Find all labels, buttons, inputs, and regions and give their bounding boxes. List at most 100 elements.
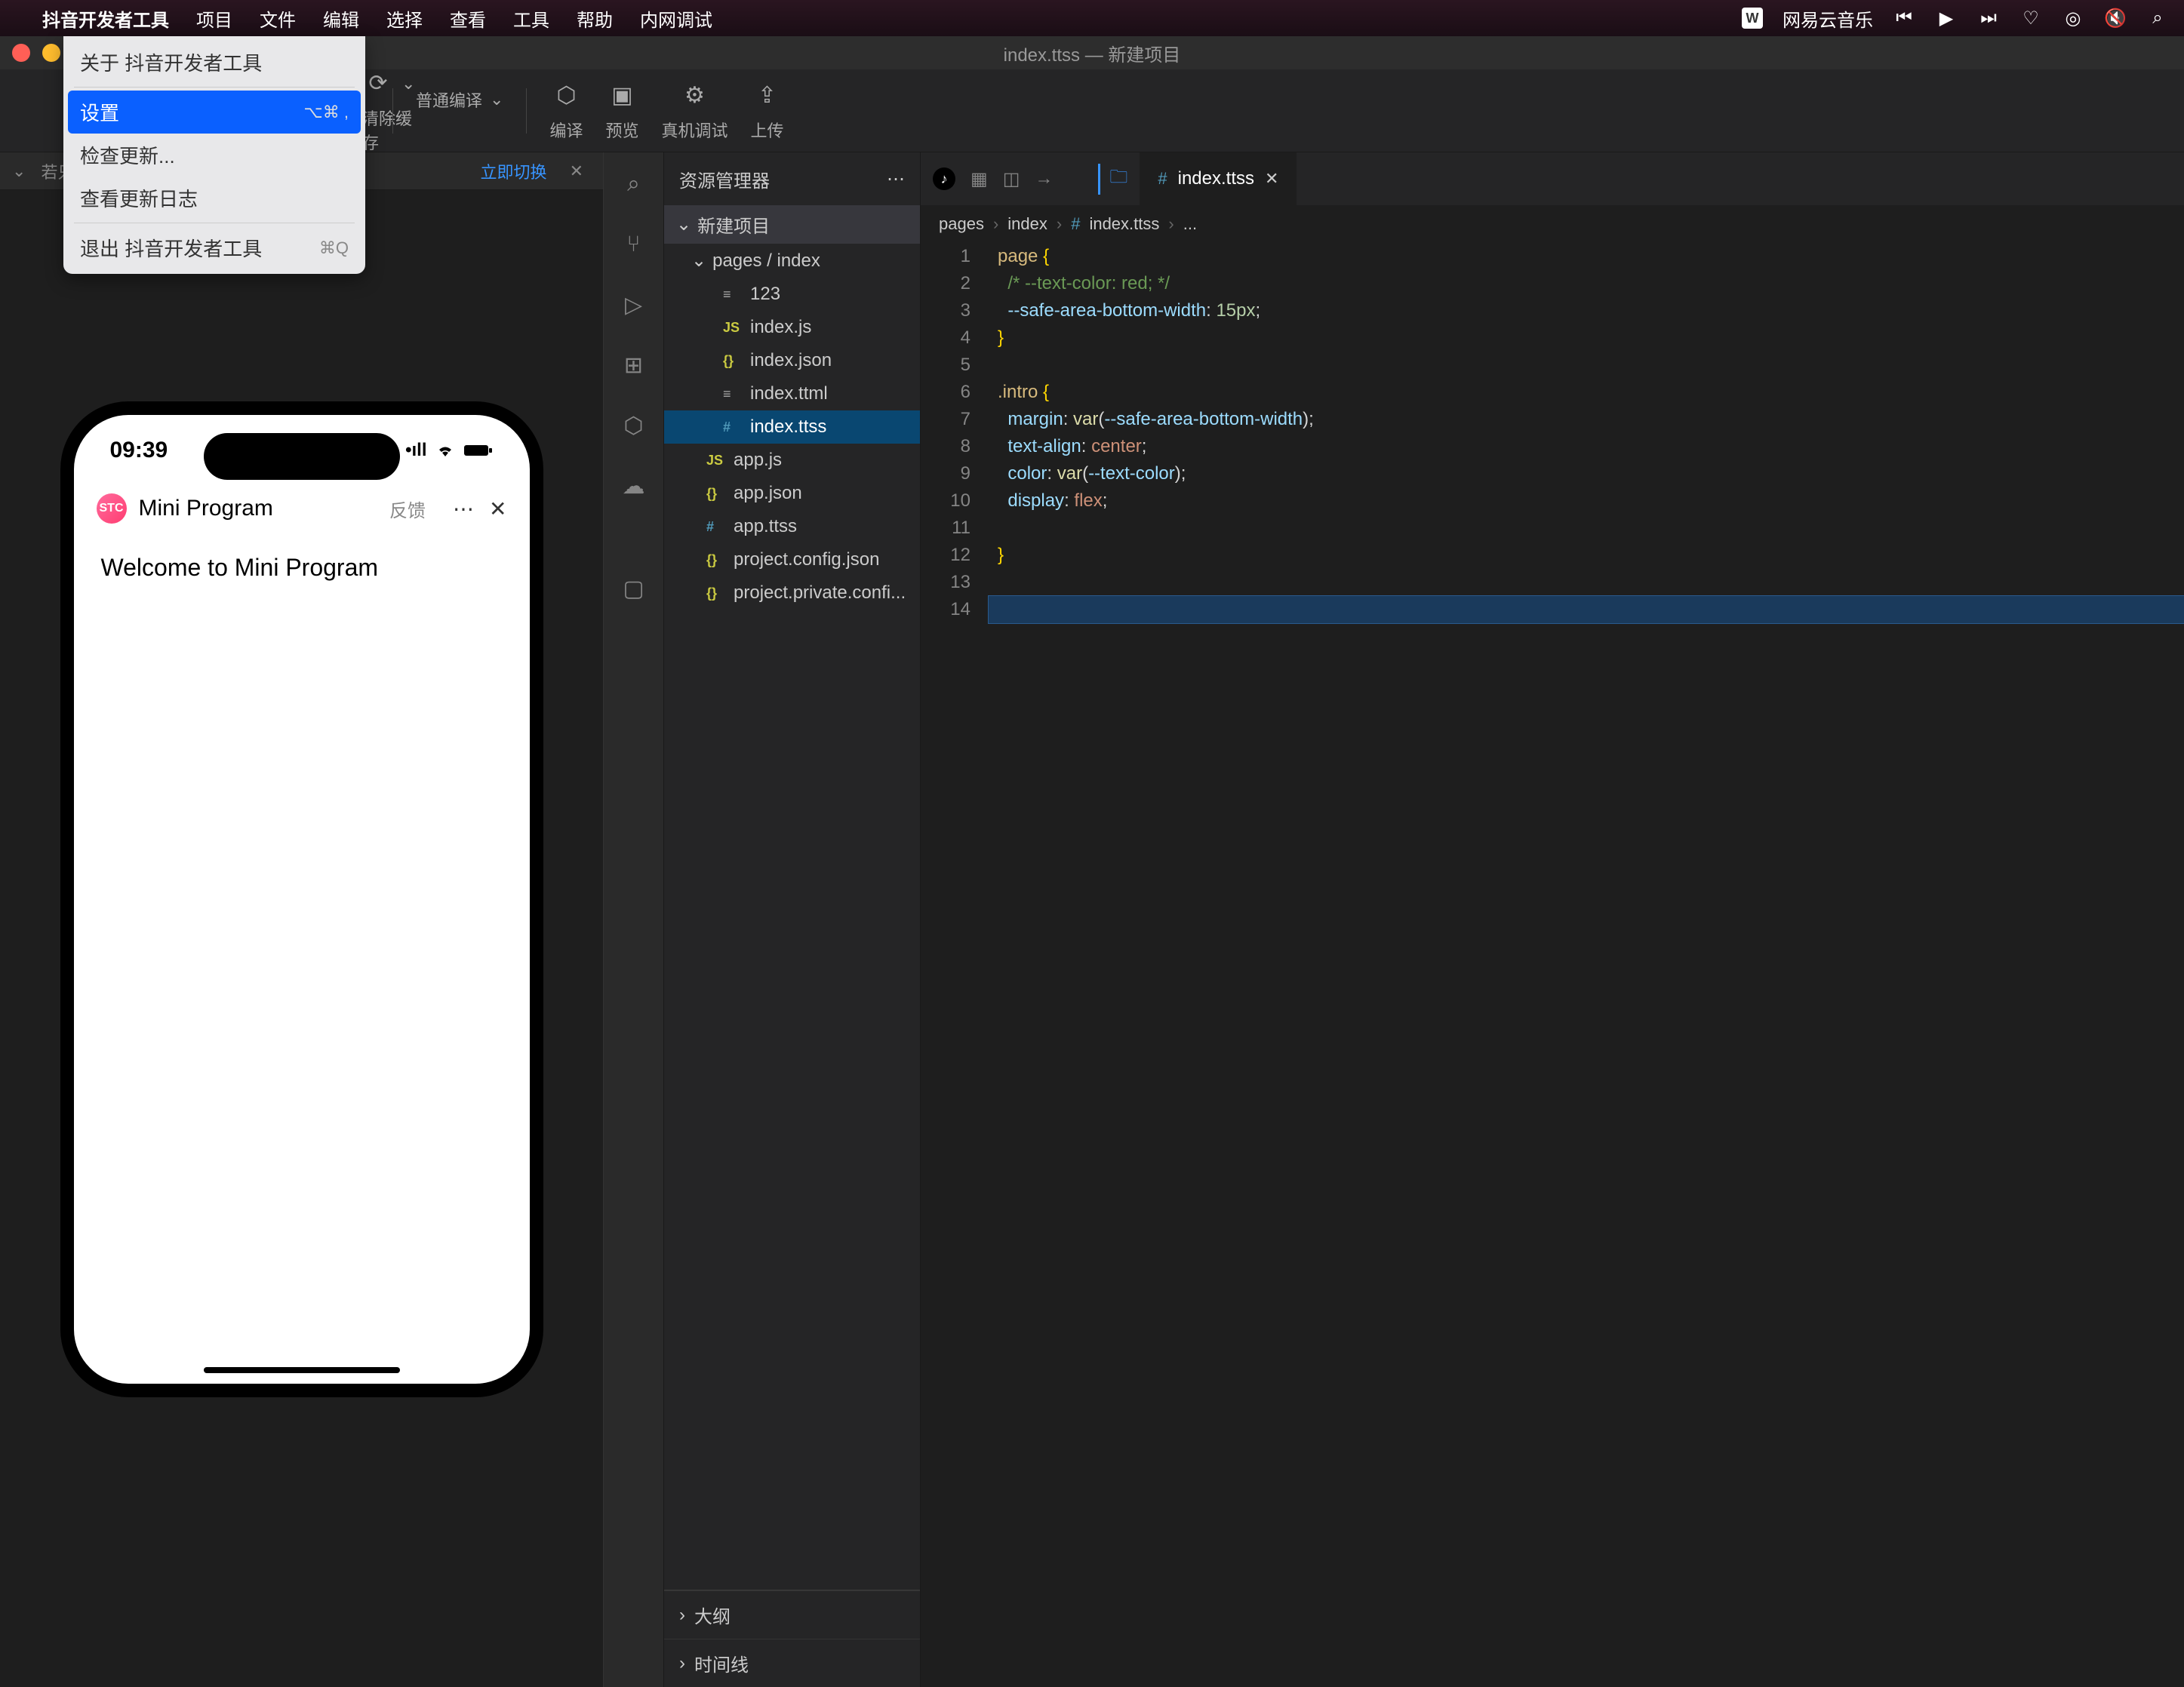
file-item[interactable]: #app.ttss <box>664 510 920 543</box>
chevron-right-icon: › <box>993 214 998 234</box>
file-type-icon: {} <box>706 486 726 502</box>
code-editor[interactable]: 1234567891011121314 page { /* --text-col… <box>921 243 2184 1687</box>
prev-track-icon[interactable]: ⏮ <box>1893 7 1915 29</box>
editor-tab-bar: ♪ ▦ ◫ → 🗀 # index.ttss ✕ <box>921 152 2184 205</box>
timeline-section[interactable]: › 时间线 <box>664 1639 920 1687</box>
chevron-down-icon[interactable]: ⌄ <box>12 161 26 181</box>
file-item[interactable]: #index.ttss <box>664 410 920 444</box>
file-item[interactable]: {}project.config.json <box>664 543 920 576</box>
menu-about[interactable]: 关于 抖音开发者工具 <box>68 41 361 84</box>
eye-icon: ▣ <box>606 80 638 112</box>
file-name: index.ttss <box>750 416 826 438</box>
outline-label: 大纲 <box>694 1602 731 1628</box>
crumb-index[interactable]: index <box>1007 214 1047 234</box>
root-folder[interactable]: ⌄ 新建项目 <box>664 205 920 244</box>
netease-music-label[interactable]: 网易云音乐 <box>1783 5 1873 32</box>
timeline-label: 时间线 <box>694 1650 749 1676</box>
search-icon[interactable]: ⌕ <box>617 167 651 201</box>
code-content[interactable]: page { /* --text-color: red; */ --safe-a… <box>989 243 2184 1687</box>
menu-settings[interactable]: 设置 ⌥⌘ , <box>68 91 361 134</box>
target-icon[interactable]: ◎ <box>2062 7 2084 29</box>
compile-button[interactable]: ⬡ 编译 <box>549 80 583 142</box>
preview-button[interactable]: ▣ 预览 <box>605 80 638 142</box>
menu-project[interactable]: 项目 <box>196 5 232 32</box>
menu-file[interactable]: 文件 <box>260 5 296 32</box>
package-icon[interactable]: ⬡ <box>617 409 651 442</box>
clear-cache-button[interactable]: ⟳ ⌄ 清除缓存 <box>362 68 415 154</box>
menu-app-name[interactable]: 抖音开发者工具 <box>42 5 169 32</box>
file-item[interactable]: {}index.json <box>664 344 920 377</box>
menu-check-update[interactable]: 检查更新... <box>68 134 361 177</box>
cloud-icon[interactable]: ☁ <box>617 469 651 502</box>
crumb-pages[interactable]: pages <box>939 214 984 234</box>
menu-view-log[interactable]: 查看更新日志 <box>68 177 361 220</box>
ttss-file-icon: # <box>1158 169 1167 189</box>
crumb-more[interactable]: ... <box>1183 214 1197 234</box>
menu-view[interactable]: 查看 <box>450 5 486 32</box>
welcome-text: Welcome to Mini Program <box>101 554 379 581</box>
pages-folder[interactable]: ⌄ pages / index <box>664 244 920 278</box>
file-tree: ⌄ 新建项目 ⌄ pages / index ≡123JSindex.js{}i… <box>664 205 920 1590</box>
compile-mode-dropdown[interactable]: 普通编译 ⌄ <box>416 88 503 134</box>
iphone-status-icons: •ıll <box>405 438 493 463</box>
heart-icon[interactable]: ♡ <box>2019 7 2042 29</box>
play-icon[interactable]: ▶ <box>1935 7 1958 29</box>
device-debug-button[interactable]: ⚙ 真机调试 <box>661 80 727 142</box>
source-control-icon[interactable]: ⑂ <box>617 228 651 261</box>
chevron-right-icon: › <box>679 1605 685 1626</box>
menu-quit[interactable]: 退出 抖音开发者工具 ⌘Q <box>68 226 361 269</box>
extensions-icon[interactable]: ⊞ <box>617 349 651 382</box>
volume-mute-icon[interactable]: 🔇 <box>2104 7 2127 29</box>
menu-quit-label: 退出 抖音开发者工具 <box>80 234 262 262</box>
divider <box>392 88 393 134</box>
terminal-icon[interactable]: ▢ <box>617 572 651 605</box>
close-hint-button[interactable]: ✕ <box>562 158 591 184</box>
file-item[interactable]: JSapp.js <box>664 444 920 477</box>
upload-icon: ⇪ <box>752 80 783 112</box>
search-icon[interactable]: ⌕ <box>2146 7 2169 29</box>
breadcrumb[interactable]: pages › index › # index.ttss › ... <box>921 205 2184 243</box>
file-item[interactable]: ≡123 <box>664 278 920 311</box>
menu-help[interactable]: 帮助 <box>577 5 613 32</box>
folder-icon[interactable]: 🗀 <box>1098 164 1127 195</box>
outline-section[interactable]: › 大纲 <box>664 1590 920 1639</box>
wolfram-icon[interactable]: W <box>1742 8 1763 29</box>
menu-select[interactable]: 选择 <box>386 5 423 32</box>
upload-button[interactable]: ⇪ 上传 <box>751 80 784 142</box>
file-item[interactable]: {}project.private.confi... <box>664 576 920 610</box>
debug-icon[interactable]: ▷ <box>617 288 651 321</box>
file-item[interactable]: ≡index.ttml <box>664 377 920 410</box>
simulator-toggle-link[interactable]: 立即切换 <box>481 159 547 183</box>
menu-check-update-label: 检查更新... <box>80 141 175 169</box>
menu-tools[interactable]: 工具 <box>513 5 549 32</box>
more-icon[interactable]: ⋯ <box>453 496 474 521</box>
split-icon[interactable]: ◫ <box>1003 168 1020 190</box>
close-tab-icon[interactable]: ✕ <box>1265 169 1278 189</box>
app-title: Mini Program <box>139 496 378 521</box>
minimize-window-button[interactable] <box>42 44 60 62</box>
chevron-right-icon: › <box>1168 214 1174 234</box>
file-name: index.json <box>750 350 832 371</box>
divider <box>526 88 527 134</box>
home-indicator <box>204 1367 400 1373</box>
menu-internal-debug[interactable]: 内网调试 <box>640 5 712 32</box>
file-item[interactable]: {}app.json <box>664 477 920 510</box>
iphone-time: 09:39 <box>110 438 168 463</box>
file-name: app.js <box>734 450 782 471</box>
crumb-file[interactable]: index.ttss <box>1089 214 1159 234</box>
grid-icon[interactable]: ▦ <box>970 168 988 190</box>
close-app-icon[interactable]: ✕ <box>489 496 506 521</box>
iphone-screen: 09:39 •ıll STC Mini Program 反馈 <box>74 415 530 1384</box>
clear-cache-label: 清除缓存 <box>362 106 415 154</box>
next-track-icon[interactable]: ⏭ <box>1977 7 2000 29</box>
pages-folder-name: pages / index <box>712 250 820 272</box>
cube-icon: ⬡ <box>550 80 582 112</box>
more-icon[interactable]: ⋯ <box>887 168 905 190</box>
file-item[interactable]: JSindex.js <box>664 311 920 344</box>
douyin-icon[interactable]: ♪ <box>933 167 955 190</box>
feedback-button[interactable]: 反馈 <box>389 496 426 522</box>
editor-tab-index-ttss[interactable]: # index.ttss ✕ <box>1140 152 1297 205</box>
arrow-right-icon[interactable]: → <box>1035 168 1053 189</box>
close-window-button[interactable] <box>12 44 30 62</box>
menu-edit[interactable]: 编辑 <box>323 5 359 32</box>
